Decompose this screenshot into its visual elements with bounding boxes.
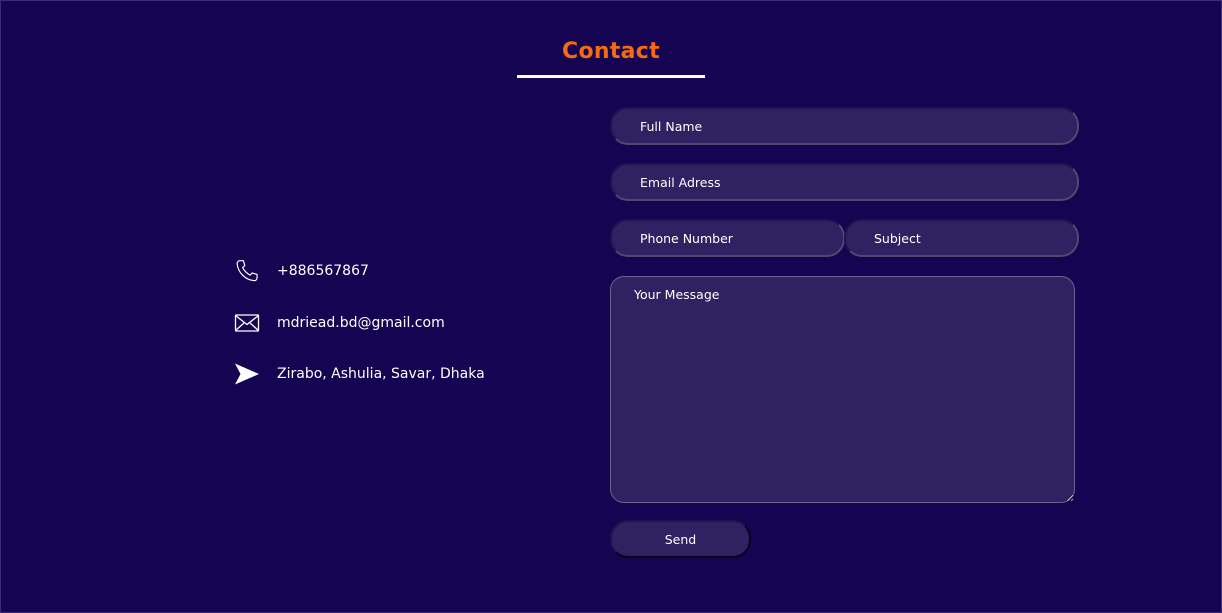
title-underline	[517, 75, 705, 78]
email-input[interactable]	[610, 163, 1079, 201]
contact-address: Zirabo, Ashulia, Savar, Dhaka	[234, 360, 485, 388]
contact-phone: +886567867	[234, 257, 369, 285]
subject-input[interactable]	[844, 219, 1079, 257]
full-name-input[interactable]	[610, 107, 1079, 145]
contact-section: Contact +886567867 mdriead.bd@gmail.com	[0, 0, 1222, 613]
send-arrow-icon	[234, 361, 260, 387]
contact-email-text: mdriead.bd@gmail.com	[277, 315, 445, 331]
envelope-icon	[234, 310, 260, 336]
send-button[interactable]: Send	[610, 520, 751, 558]
contact-phone-text: +886567867	[277, 263, 369, 279]
contact-email: mdriead.bd@gmail.com	[234, 309, 445, 337]
phone-icon	[234, 258, 260, 284]
contact-address-text: Zirabo, Ashulia, Savar, Dhaka	[277, 366, 485, 382]
message-textarea[interactable]	[610, 276, 1075, 503]
page-title: Contact	[562, 39, 660, 64]
phone-number-input[interactable]	[610, 219, 845, 257]
